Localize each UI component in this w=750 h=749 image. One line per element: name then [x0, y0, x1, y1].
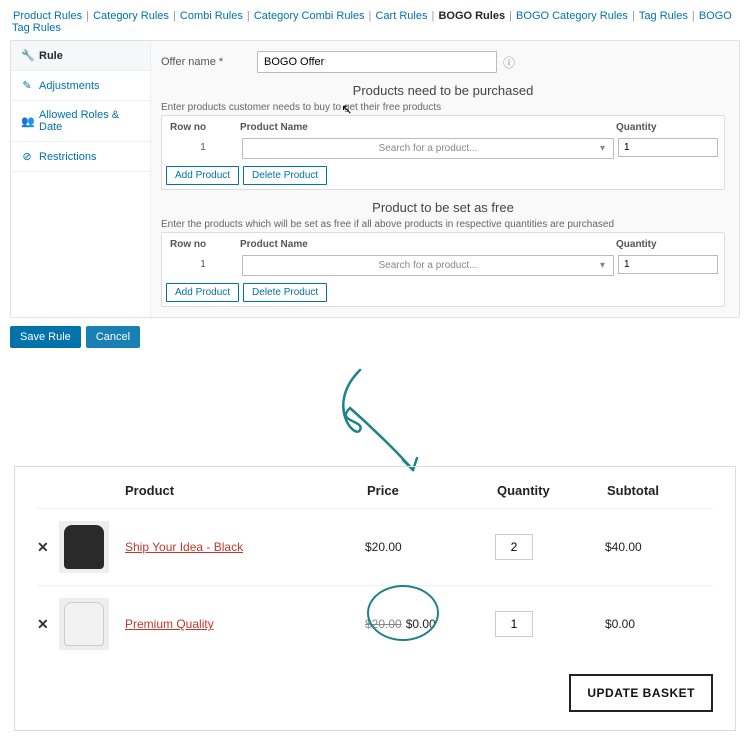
row-number: 1: [168, 255, 238, 276]
product-select[interactable]: Search for a product...: [242, 138, 614, 159]
tab-cart-rules[interactable]: Cart Rules: [375, 10, 427, 22]
product-thumb: [59, 521, 109, 573]
add-product-button-2[interactable]: Add Product: [166, 283, 239, 302]
price-cell: $20.00 $0.00: [365, 617, 495, 631]
annotation-arrow-icon: [305, 360, 445, 480]
cart-qty-input[interactable]: [495, 611, 533, 637]
sidebar-item-adjustments[interactable]: ✎ Adjustments: [11, 71, 150, 101]
tab-product-rules[interactable]: Product Rules: [13, 10, 82, 22]
col-prod: Product Name: [240, 122, 616, 133]
adjustments-icon: ✎: [21, 79, 33, 92]
sidebar-item-label: Restrictions: [39, 151, 96, 163]
rule-icon: 🔧: [21, 49, 33, 62]
col-rowno: Row no: [170, 239, 240, 250]
product-link[interactable]: Premium Quality: [125, 617, 214, 631]
price-cell: $20.00: [365, 540, 495, 554]
offer-name-label: Offer name *: [161, 56, 251, 68]
product-link[interactable]: Ship Your Idea - Black: [125, 540, 243, 554]
tab-separator: |: [366, 10, 375, 22]
subtotal-cell: $0.00: [605, 617, 713, 631]
sidebar-item-label: Adjustments: [39, 80, 100, 92]
info-icon: ⓘ: [503, 54, 515, 71]
quantity-input[interactable]: [618, 138, 718, 157]
rule-type-tabs: Product Rules | Category Rules | Combi R…: [0, 0, 750, 40]
rule-sidebar: 🔧 Rule ✎ Adjustments 👥 Allowed Roles & Date ⊘ R…: [11, 41, 151, 317]
tab-category-rules[interactable]: Category Rules: [93, 10, 169, 22]
section-purchase-title: Products need to be purchased: [161, 83, 725, 98]
update-basket-button[interactable]: UPDATE BASKET: [569, 674, 713, 712]
cart-row: ✕ Premium Quality $20.00 $0.00 $0.00: [37, 585, 713, 662]
tshirt-icon: [64, 525, 104, 569]
product-row: 1Search for a product...: [166, 135, 720, 162]
section-free-title: Product to be set as free: [161, 200, 725, 215]
cart-table: Product Price Quantity Subtotal ✕ Ship Yo…: [14, 466, 736, 731]
col-rowno: Row no: [170, 122, 240, 133]
restrictions-icon: ⊘: [21, 150, 33, 163]
tab-separator: |: [83, 10, 92, 22]
col-qty: Quantity: [616, 239, 716, 250]
sidebar-item-rule[interactable]: 🔧 Rule: [11, 41, 150, 71]
sidebar-item-allowed-roles-date[interactable]: 👥 Allowed Roles & Date: [11, 101, 150, 142]
add-product-button-1[interactable]: Add Product: [166, 166, 239, 185]
delete-product-button-2[interactable]: Delete Product: [243, 283, 327, 302]
sidebar-item-restrictions[interactable]: ⊘ Restrictions: [11, 142, 150, 172]
free-table: Row no Product Name Quantity 1Search for…: [161, 232, 725, 307]
remove-item-button[interactable]: ✕: [37, 539, 59, 556]
save-rule-button[interactable]: Save Rule: [10, 326, 81, 348]
col-prod: Product Name: [240, 239, 616, 250]
tab-separator: |: [629, 10, 638, 22]
col-qty: Quantity: [616, 122, 716, 133]
product-select[interactable]: Search for a product...: [242, 255, 614, 276]
tab-separator: |: [170, 10, 179, 22]
rule-panel: 🔧 Rule ✎ Adjustments 👥 Allowed Roles & Date ⊘ R…: [10, 40, 740, 318]
sidebar-item-label: Allowed Roles & Date: [39, 109, 140, 133]
product-row: 1Search for a product...: [166, 252, 720, 279]
tab-separator: |: [689, 10, 698, 22]
tab-bogo-category-rules[interactable]: BOGO Category Rules: [516, 10, 628, 22]
cart-head-price: Price: [367, 483, 497, 498]
row-number: 1: [168, 138, 238, 159]
allowed-icon: 👥: [21, 115, 33, 128]
rule-main: Offer name * ⓘ ↖ Products need to be pur…: [151, 41, 739, 317]
tab-combi-rules[interactable]: Combi Rules: [180, 10, 243, 22]
subtotal-cell: $40.00: [605, 540, 713, 554]
cart-qty-input[interactable]: [495, 534, 533, 560]
price-original: $20.00: [365, 617, 402, 631]
cart-head-product: Product: [125, 483, 367, 498]
tab-tag-rules[interactable]: Tag Rules: [639, 10, 688, 22]
price-value: $0.00: [406, 617, 436, 631]
action-bar: Save Rule Cancel: [10, 326, 740, 348]
cart-row: ✕ Ship Your Idea - Black $20.00 $40.00: [37, 508, 713, 585]
cart-head-qty: Quantity: [497, 483, 607, 498]
tab-separator: |: [428, 10, 437, 22]
tab-separator: |: [506, 10, 515, 22]
offer-name-input[interactable]: [257, 51, 497, 73]
purchase-table: Row no Product Name Quantity 1Search for…: [161, 115, 725, 190]
remove-item-button[interactable]: ✕: [37, 616, 59, 633]
quantity-input[interactable]: [618, 255, 718, 274]
section-purchase-helper: Enter products customer needs to buy to …: [161, 102, 725, 113]
product-thumb: [59, 598, 109, 650]
cart-head-sub: Subtotal: [607, 483, 713, 498]
tab-bogo-rules[interactable]: BOGO Rules: [438, 10, 505, 22]
sidebar-item-label: Rule: [39, 50, 63, 62]
tshirt-icon: [64, 602, 104, 646]
price-value: $20.00: [365, 540, 402, 554]
section-free-helper: Enter the products which will be set as …: [161, 219, 725, 230]
tab-separator: |: [244, 10, 253, 22]
cancel-button[interactable]: Cancel: [86, 326, 140, 348]
tab-category-combi-rules[interactable]: Category Combi Rules: [254, 10, 365, 22]
delete-product-button-1[interactable]: Delete Product: [243, 166, 327, 185]
